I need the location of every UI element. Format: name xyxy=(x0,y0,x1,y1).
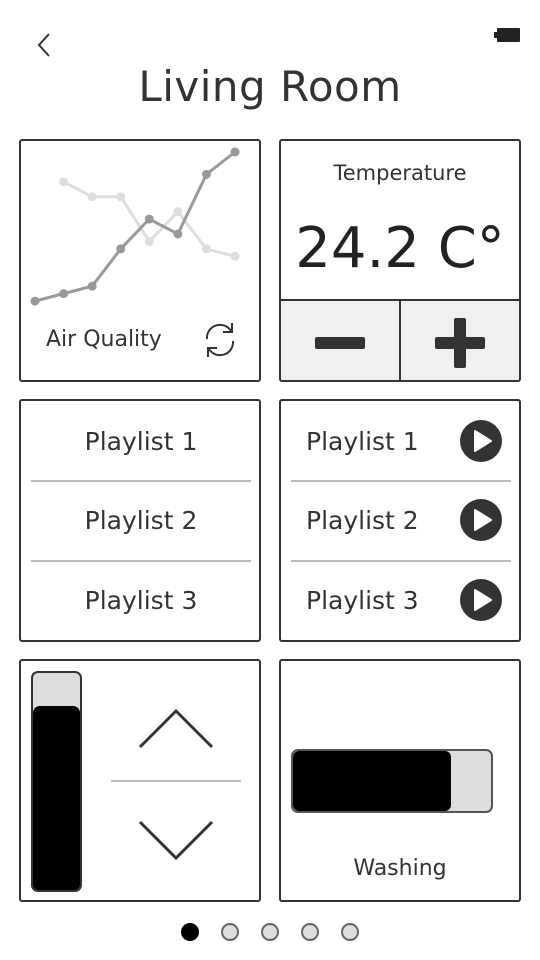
chart-data-point xyxy=(59,177,69,187)
playlist-label: Playlist 3 xyxy=(84,585,198,615)
playlist-label: Playlist 1 xyxy=(84,426,198,456)
plus-icon xyxy=(435,317,485,368)
page-dot[interactable] xyxy=(181,923,199,941)
washing-progress-fill xyxy=(293,751,452,811)
playlist-card-left: Playlist 1 Playlist 2 Playlist 3 xyxy=(19,399,261,642)
playlist-item[interactable]: Playlist 2 xyxy=(31,480,251,560)
volume-card xyxy=(19,659,261,902)
chart-data-point xyxy=(87,192,97,202)
washing-card: Washing xyxy=(279,659,521,902)
washing-label: Washing xyxy=(353,856,447,881)
playlist-item: Playlist 3 xyxy=(291,560,511,640)
page-dot[interactable] xyxy=(341,923,359,941)
volume-up-button[interactable] xyxy=(111,678,241,778)
chart-data-point xyxy=(230,251,240,261)
air-quality-card[interactable]: Air Quality xyxy=(19,139,261,382)
chart-data-point xyxy=(59,289,69,299)
refresh-button[interactable] xyxy=(197,317,243,363)
volume-down-button[interactable] xyxy=(111,791,241,891)
play-icon[interactable] xyxy=(459,419,503,463)
chart-data-point xyxy=(201,169,211,179)
decrease-temperature-button[interactable] xyxy=(281,301,399,380)
playlist-card-right: Playlist 1 Playlist 2 Playlist 3 xyxy=(279,399,521,642)
playlist-item[interactable]: Playlist 3 xyxy=(31,560,251,640)
play-icon[interactable] xyxy=(459,578,503,622)
chart-data-point xyxy=(116,192,126,202)
play-icon[interactable] xyxy=(459,498,503,542)
chevron-up-icon xyxy=(138,708,214,749)
temperature-label: Temperature xyxy=(333,161,467,185)
air-quality-label: Air Quality xyxy=(46,327,162,352)
playlist-item: Playlist 1 xyxy=(291,401,511,481)
playlist-label: Playlist 3 xyxy=(306,585,419,615)
chart-data-point xyxy=(144,214,154,224)
page-indicator xyxy=(0,923,540,945)
page-title: Living Room xyxy=(138,62,402,111)
washing-progress-bar xyxy=(291,749,493,813)
chart-data-point xyxy=(173,207,183,217)
volume-slider[interactable] xyxy=(31,671,82,892)
playlist-item[interactable]: Playlist 1 xyxy=(31,401,251,481)
chevron-down-icon xyxy=(138,820,214,861)
chart-data-point xyxy=(144,236,154,246)
battery-icon xyxy=(494,27,520,43)
chart-data-point xyxy=(87,281,97,291)
chevron-left-icon xyxy=(37,33,50,57)
chart-data-point xyxy=(230,147,240,157)
playlist-item: Playlist 2 xyxy=(291,480,511,560)
temperature-card: Temperature 24.2 C° xyxy=(279,139,521,382)
minus-icon xyxy=(315,336,365,349)
volume-slider-fill xyxy=(33,705,80,890)
divider xyxy=(111,780,241,782)
chart-data-point xyxy=(30,296,40,306)
page-dot[interactable] xyxy=(301,923,319,941)
temperature-controls xyxy=(281,299,519,380)
chart-data-point xyxy=(201,244,211,254)
chart-data-point xyxy=(173,229,183,239)
air-quality-chart xyxy=(30,147,240,306)
chart-data-point xyxy=(116,244,126,254)
playlist-label: Playlist 2 xyxy=(84,505,198,535)
page-dot[interactable] xyxy=(261,923,279,941)
page-dot[interactable] xyxy=(221,923,239,941)
temperature-value: 24.2 C° xyxy=(295,216,505,281)
playlist-label: Playlist 1 xyxy=(306,426,419,456)
refresh-icon xyxy=(205,323,235,357)
increase-temperature-button[interactable] xyxy=(399,301,519,380)
back-button[interactable] xyxy=(30,28,60,62)
playlist-label: Playlist 2 xyxy=(306,505,419,535)
